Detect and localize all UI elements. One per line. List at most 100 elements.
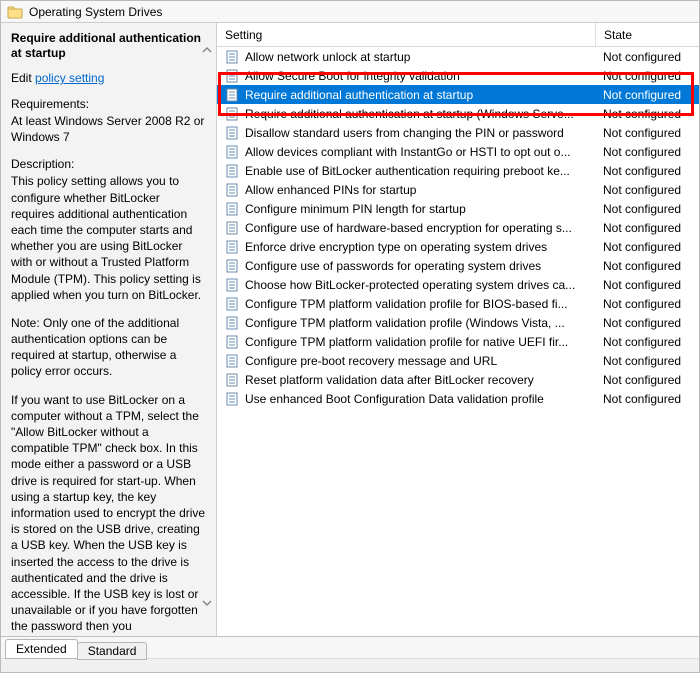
policy-icon	[225, 68, 241, 84]
policy-name: Configure TPM platform validation profil…	[245, 316, 595, 330]
policy-name: Configure pre-boot recovery message and …	[245, 354, 595, 368]
policy-name: Configure minimum PIN length for startup	[245, 202, 595, 216]
policy-name: Allow devices compliant with InstantGo o…	[245, 145, 595, 159]
policy-icon	[225, 144, 241, 160]
policy-name: Reset platform validation data after Bit…	[245, 373, 595, 387]
policy-icon	[225, 49, 241, 65]
policy-title: Require additional authentication at sta…	[11, 31, 206, 61]
gpo-editor-window: Operating System Drives Require addition…	[0, 0, 700, 673]
policy-icon	[225, 258, 241, 274]
policy-row[interactable]: Configure TPM platform validation profil…	[217, 332, 699, 351]
policy-icon	[225, 296, 241, 312]
policy-state: Not configured	[595, 69, 699, 83]
policy-name: Use enhanced Boot Configuration Data val…	[245, 392, 595, 406]
policy-icon	[225, 220, 241, 236]
edit-policy-link[interactable]: Edit policy setting	[11, 71, 206, 85]
status-bar	[1, 658, 699, 672]
requirements-label: Requirements:	[11, 97, 206, 111]
policy-row[interactable]: Configure pre-boot recovery message and …	[217, 351, 699, 370]
policy-state: Not configured	[595, 354, 699, 368]
policy-state: Not configured	[595, 240, 699, 254]
policy-icon	[225, 315, 241, 331]
policy-icon	[225, 201, 241, 217]
policy-row[interactable]: Choose how BitLocker-protected operating…	[217, 275, 699, 294]
policy-name: Choose how BitLocker-protected operating…	[245, 278, 595, 292]
policy-row[interactable]: Allow network unlock at startupNot confi…	[217, 47, 699, 66]
policy-state: Not configured	[595, 107, 699, 121]
policy-state: Not configured	[595, 278, 699, 292]
policy-icon	[225, 182, 241, 198]
view-tabs: Extended Standard	[1, 636, 699, 658]
requirements-text: At least Windows Server 2008 R2 or Windo…	[11, 113, 206, 145]
policy-row[interactable]: Allow Secure Boot for integrity validati…	[217, 66, 699, 85]
policy-name: Require additional authentication at sta…	[245, 107, 595, 121]
policy-icon	[225, 277, 241, 293]
description-text: This policy setting allows you to config…	[11, 173, 206, 634]
policy-row[interactable]: Configure use of hardware-based encrypti…	[217, 218, 699, 237]
policy-name: Allow Secure Boot for integrity validati…	[245, 69, 595, 83]
policy-icon	[225, 372, 241, 388]
policy-icon	[225, 163, 241, 179]
column-state[interactable]: State	[595, 23, 699, 46]
titlebar: Operating System Drives	[1, 1, 699, 23]
policy-state: Not configured	[595, 202, 699, 216]
policy-state: Not configured	[595, 50, 699, 64]
tab-standard[interactable]: Standard	[77, 642, 148, 660]
policy-state: Not configured	[595, 335, 699, 349]
policy-icon	[225, 334, 241, 350]
folder-icon	[7, 4, 23, 20]
policy-row[interactable]: Disallow standard users from changing th…	[217, 123, 699, 142]
policy-name: Allow network unlock at startup	[245, 50, 595, 64]
description-label: Description:	[11, 157, 206, 171]
content-body: Require additional authentication at sta…	[1, 23, 699, 636]
description-p2: Note: Only one of the additional authent…	[11, 315, 206, 380]
policy-row[interactable]: Configure use of passwords for operating…	[217, 256, 699, 275]
policy-row[interactable]: Enable use of BitLocker authentication r…	[217, 161, 699, 180]
policy-name: Allow enhanced PINs for startup	[245, 183, 595, 197]
policy-state: Not configured	[595, 126, 699, 140]
policy-row[interactable]: Enforce drive encryption type on operati…	[217, 237, 699, 256]
window-title: Operating System Drives	[29, 5, 162, 19]
policy-row[interactable]: Require additional authentication at sta…	[217, 85, 699, 104]
policy-icon	[225, 353, 241, 369]
policy-icon	[225, 239, 241, 255]
policy-name: Configure use of hardware-based encrypti…	[245, 221, 595, 235]
policy-icon	[225, 106, 241, 122]
tab-extended[interactable]: Extended	[5, 639, 78, 659]
policy-row[interactable]: Allow devices compliant with InstantGo o…	[217, 142, 699, 161]
details-pane: Require additional authentication at sta…	[1, 23, 217, 636]
policy-name: Configure TPM platform validation profil…	[245, 335, 595, 349]
policy-state: Not configured	[595, 373, 699, 387]
policy-setting-link[interactable]: policy setting	[35, 71, 104, 85]
policy-row[interactable]: Configure TPM platform validation profil…	[217, 313, 699, 332]
policy-name: Configure use of passwords for operating…	[245, 259, 595, 273]
policy-row[interactable]: Configure TPM platform validation profil…	[217, 294, 699, 313]
policy-icon	[225, 125, 241, 141]
policy-name: Configure TPM platform validation profil…	[245, 297, 595, 311]
policy-state: Not configured	[595, 316, 699, 330]
policy-state: Not configured	[595, 259, 699, 273]
policy-name: Disallow standard users from changing th…	[245, 126, 595, 140]
description-p3: If you want to use BitLocker on a comput…	[11, 392, 206, 635]
description-p1: This policy setting allows you to config…	[11, 173, 206, 303]
policy-state: Not configured	[595, 145, 699, 159]
policy-row[interactable]: Reset platform validation data after Bit…	[217, 370, 699, 389]
settings-list[interactable]: Allow network unlock at startupNot confi…	[217, 47, 699, 636]
policy-state: Not configured	[595, 297, 699, 311]
settings-list-pane: Setting State Allow network unlock at st…	[217, 23, 699, 636]
policy-row[interactable]: Configure minimum PIN length for startup…	[217, 199, 699, 218]
column-headers: Setting State	[217, 23, 699, 47]
policy-row[interactable]: Require additional authentication at sta…	[217, 104, 699, 123]
policy-state: Not configured	[595, 221, 699, 235]
policy-row[interactable]: Use enhanced Boot Configuration Data val…	[217, 389, 699, 408]
edit-prefix: Edit	[11, 71, 35, 85]
policy-name: Require additional authentication at sta…	[245, 88, 595, 102]
policy-name: Enforce drive encryption type on operati…	[245, 240, 595, 254]
column-setting[interactable]: Setting	[217, 28, 595, 42]
policy-icon	[225, 391, 241, 407]
policy-row[interactable]: Allow enhanced PINs for startupNot confi…	[217, 180, 699, 199]
policy-state: Not configured	[595, 392, 699, 406]
policy-state: Not configured	[595, 183, 699, 197]
policy-name: Enable use of BitLocker authentication r…	[245, 164, 595, 178]
policy-state: Not configured	[595, 164, 699, 178]
